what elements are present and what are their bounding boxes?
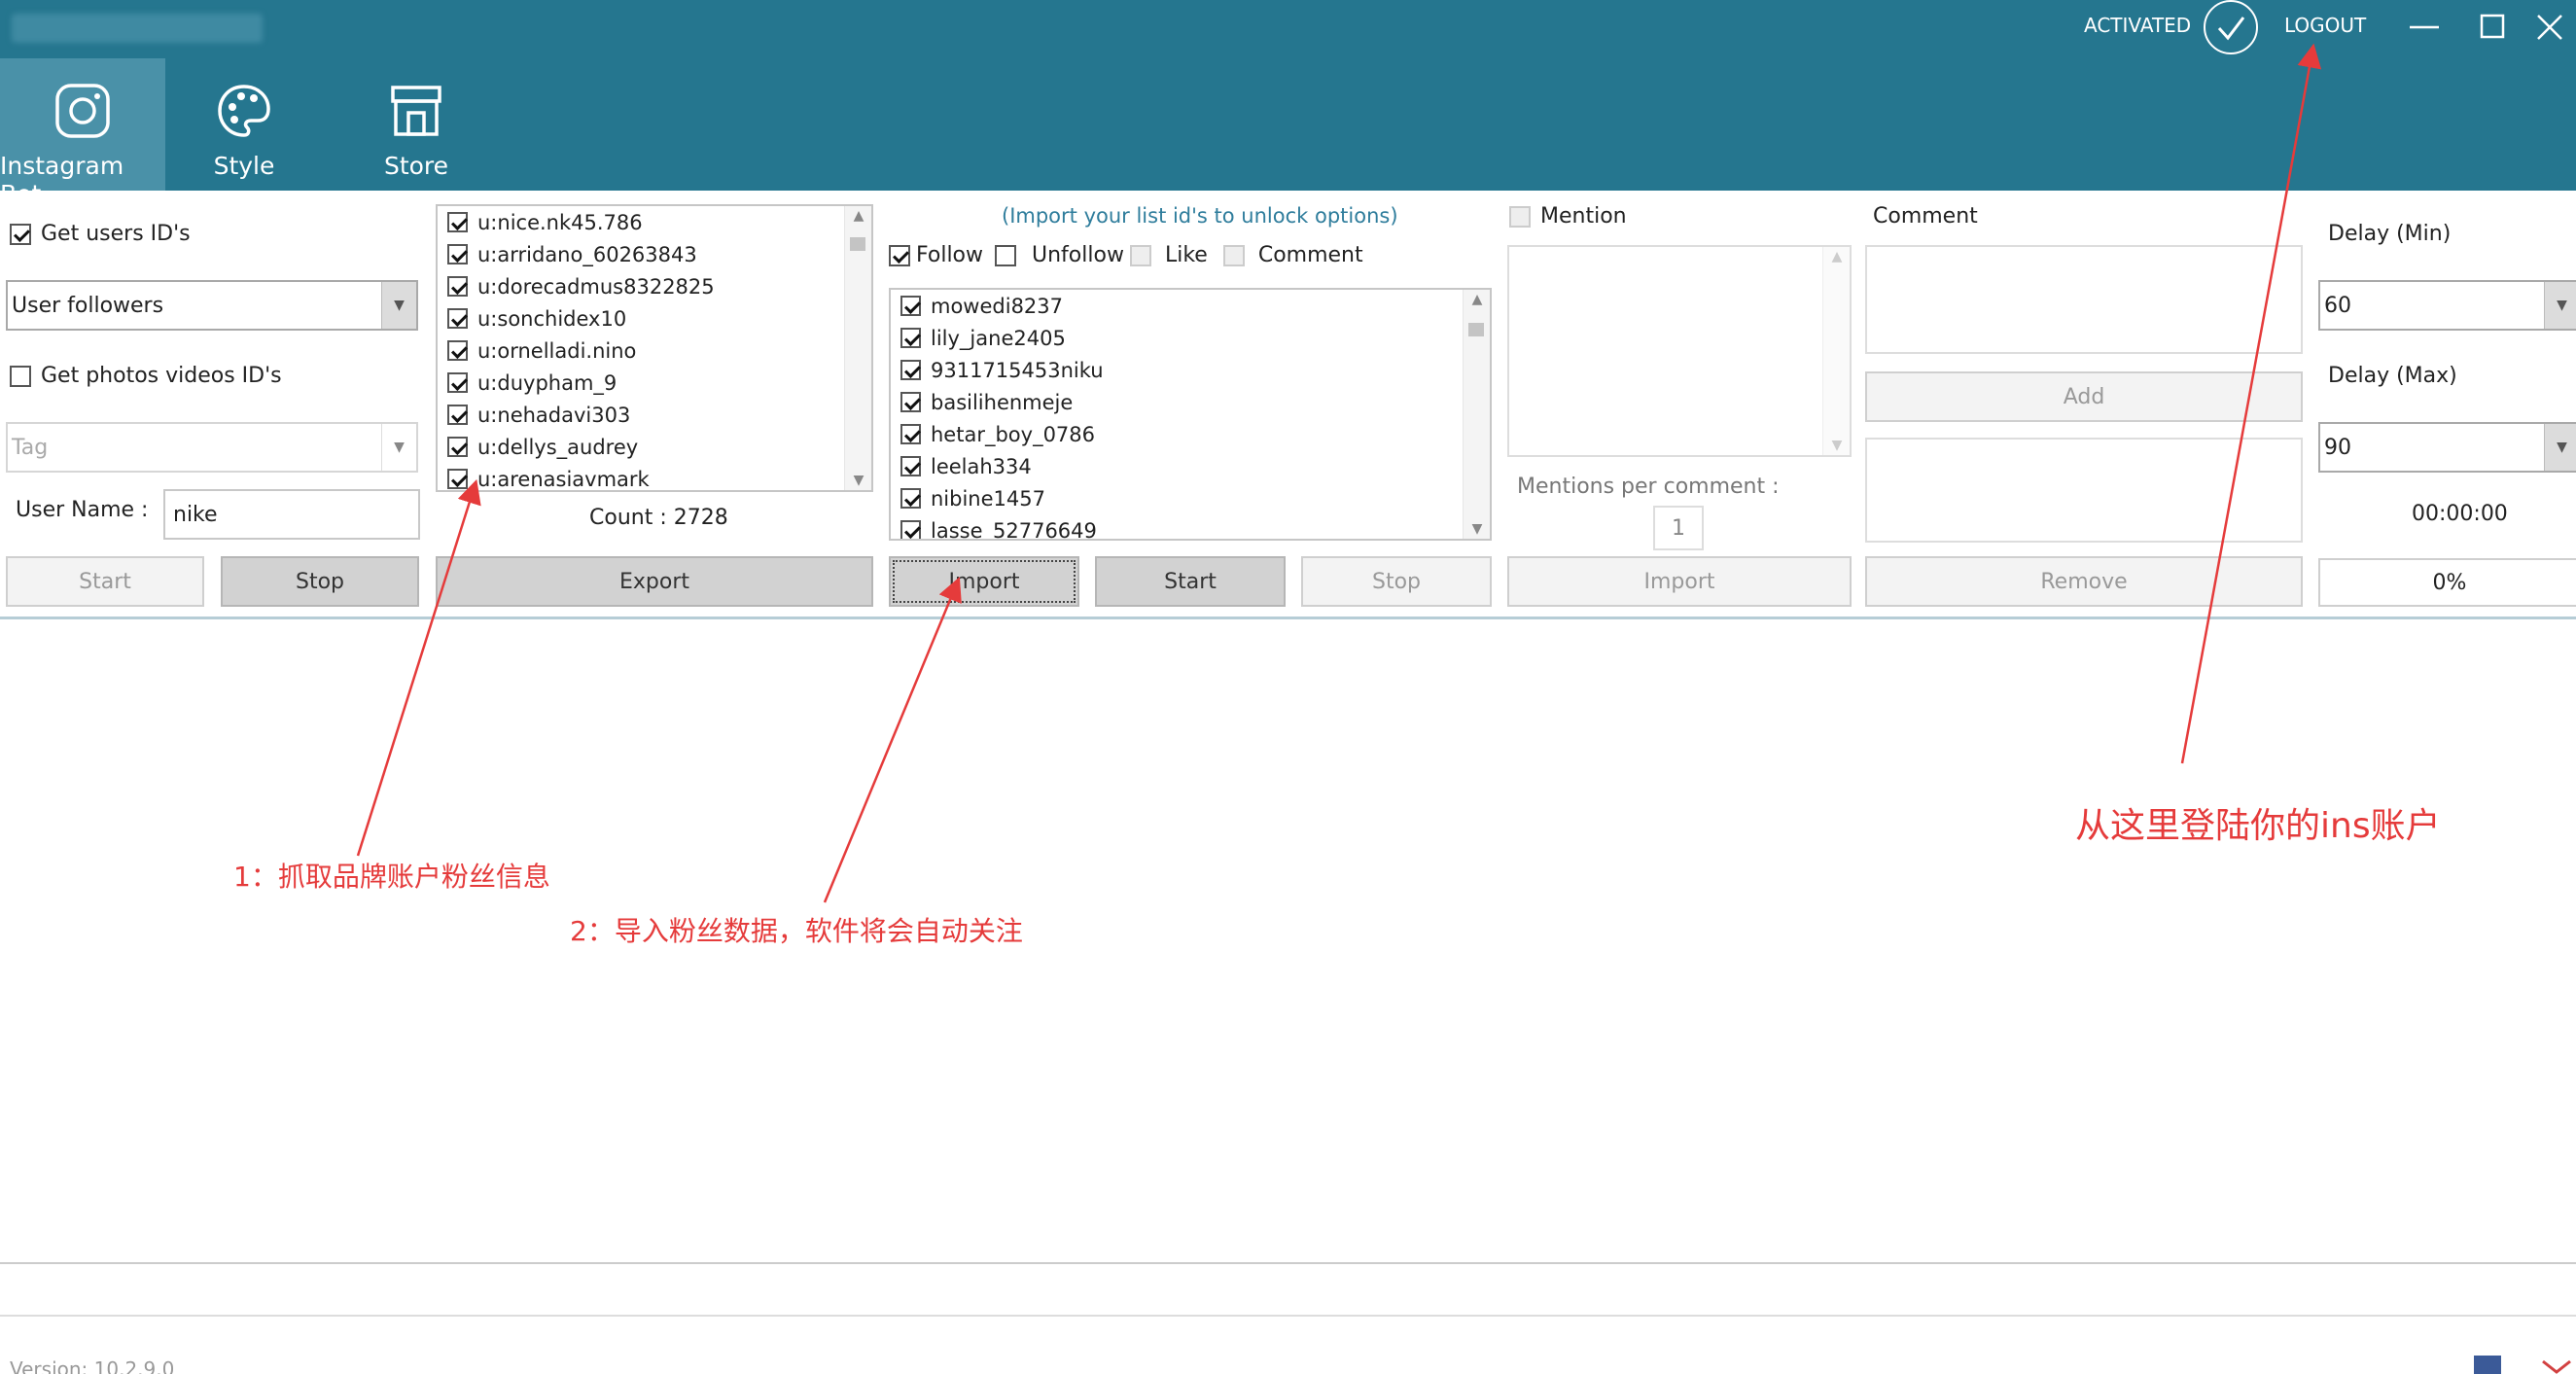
app-window: ACTIVATED LOGOUT Instagram Bot Style Sto…	[0, 0, 2576, 1374]
arrow-login	[2180, 43, 2322, 764]
arrow-step1	[356, 478, 481, 857]
status-field	[0, 1262, 2576, 1317]
annotation-step2: 2：导入粉丝数据，软件将会自动关注	[570, 915, 1023, 947]
annotation-arrows	[356, 43, 2322, 903]
annotation-step1: 1：抓取品牌账户粉丝信息	[233, 861, 550, 893]
mail-icon[interactable]	[2542, 1359, 2571, 1374]
arrow-step2	[823, 577, 962, 903]
facebook-icon[interactable]	[2474, 1356, 2501, 1374]
version-label: Version: 10.2.9.0	[10, 1357, 175, 1374]
annotation-login: 从这里登陆你的ins账户	[2075, 806, 2441, 846]
